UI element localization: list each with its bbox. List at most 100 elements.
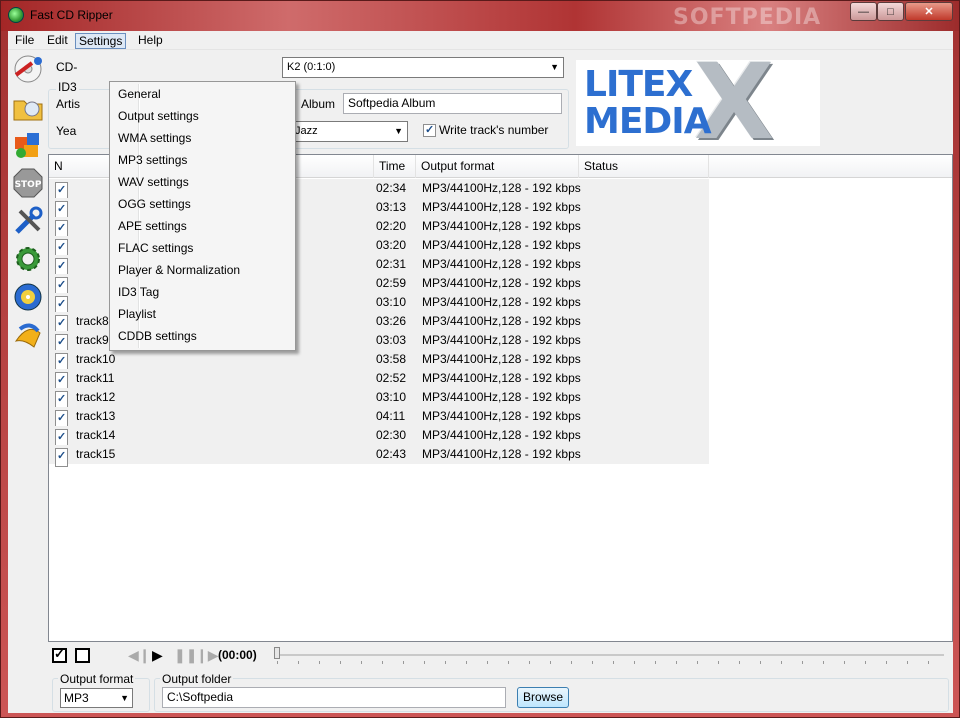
track-name: track10 (76, 352, 116, 366)
next-icon[interactable]: ❙▶ (196, 647, 219, 664)
select-none-checkbox[interactable] (75, 648, 90, 663)
menu-item-mp3-settings[interactable]: MP3 settings (112, 149, 293, 171)
checkbox-checked[interactable] (423, 123, 436, 138)
menu-item-ape-settings[interactable]: APE settings (112, 215, 293, 237)
genre-select-value: Jazz (295, 125, 318, 137)
track-name: track11 (76, 371, 115, 385)
table-row[interactable]: track14 02:30 MP3/44100Hz,128 - 192 kbps (49, 426, 709, 448)
bottom-bar: ◀❙ ▶ ❚❚ ❙▶ (00:00) Output format MP3 ▼ O… (48, 642, 953, 713)
output-format-value: MP3 (64, 691, 89, 705)
browse-button[interactable]: Browse (517, 687, 569, 708)
menu-item-cddb-settings[interactable]: CDDB settings (112, 325, 293, 347)
client-area: File Edit Settings Help STOP CD- K2 (0:1… (8, 31, 953, 713)
menu-item-id3-tag[interactable]: ID3 Tag (112, 281, 293, 303)
close-icon: ✕ (924, 6, 934, 18)
seek-slider-handle[interactable] (274, 647, 280, 659)
seek-ticks (277, 661, 945, 664)
cddb-icon[interactable] (12, 129, 44, 161)
output-format-select[interactable]: MP3 ▼ (60, 688, 133, 708)
menu-item-output-settings[interactable]: Output settings (112, 105, 293, 127)
column-header-time[interactable]: Time (374, 155, 416, 178)
menu-item-player-normalization[interactable]: Player & Normalization (112, 259, 293, 281)
track-name: track14 (76, 428, 116, 442)
menu-item-ogg-settings[interactable]: OGG settings (112, 193, 293, 215)
track-time: 03:13 (376, 200, 407, 214)
menu-item-playlist[interactable]: Playlist (112, 303, 293, 325)
write-track-number-checkbox[interactable]: Write track's number (423, 123, 549, 138)
help-icon[interactable] (12, 319, 44, 351)
drive-select[interactable]: K2 (0:1:0) ▼ (282, 57, 564, 78)
output-folder-input[interactable]: C:\Softpedia (162, 687, 506, 708)
track-name: track8 (76, 314, 109, 328)
column-header-output-format[interactable]: Output format (416, 155, 579, 178)
seek-track[interactable] (274, 654, 944, 656)
menu-edit[interactable]: Edit (44, 33, 71, 49)
write-track-number-label: Write track's number (439, 123, 549, 137)
title-bar[interactable]: Fast CD Ripper SOFTPEDIA — □ ✕ (1, 1, 959, 31)
column-header-status[interactable]: Status (579, 155, 709, 178)
track-time: 03:10 (376, 390, 407, 404)
menu-item-general[interactable]: General (112, 83, 293, 105)
stop-icon[interactable]: STOP (12, 167, 44, 199)
table-row[interactable]: track15 02:43 MP3/44100Hz,128 - 192 kbps (49, 445, 709, 467)
tools-icon[interactable] (12, 205, 44, 237)
album-input[interactable]: Softpedia Album (343, 93, 562, 114)
logo-text: LITEX MEDIA (584, 64, 712, 140)
menu-file[interactable]: File (12, 33, 37, 49)
track-output-format: MP3/44100Hz,128 - 192 kbps (422, 428, 581, 442)
pause-icon[interactable]: ❚❚ (174, 647, 197, 664)
year-label: Yea (56, 124, 77, 138)
table-row[interactable]: track12 03:10 MP3/44100Hz,128 - 192 kbps (49, 388, 709, 410)
settings-gear-icon[interactable] (12, 243, 44, 275)
playback-time: (00:00) (218, 648, 257, 662)
menu-item-wav-settings[interactable]: WAV settings (112, 171, 293, 193)
track-time: 02:59 (376, 276, 407, 290)
genre-select[interactable]: Jazz ▼ (290, 121, 408, 142)
app-window: Fast CD Ripper SOFTPEDIA — □ ✕ File Edit… (0, 0, 960, 718)
menu-help[interactable]: Help (135, 33, 166, 49)
output-folder-label: Output folder (160, 672, 234, 686)
softpedia-watermark: SOFTPEDIA (673, 5, 822, 30)
menu-bar: File Edit Settings Help (8, 31, 953, 50)
table-row[interactable]: track11 02:52 MP3/44100Hz,128 - 192 kbps (49, 369, 709, 391)
track-time: 02:43 (376, 447, 407, 461)
track-name: track15 (76, 447, 116, 461)
track-name: track12 (76, 390, 116, 404)
table-row[interactable]: track10 03:58 MP3/44100Hz,128 - 192 kbps (49, 350, 709, 372)
menu-item-wma-settings[interactable]: WMA settings (112, 127, 293, 149)
track-time: 02:34 (376, 181, 407, 195)
track-checkbox[interactable] (55, 447, 68, 467)
track-time: 03:26 (376, 314, 407, 328)
table-row[interactable]: track13 04:11 MP3/44100Hz,128 - 192 kbps (49, 407, 709, 429)
close-button[interactable]: ✕ (905, 2, 953, 21)
maximize-button[interactable]: □ (877, 2, 904, 21)
track-output-format: MP3/44100Hz,128 - 192 kbps (422, 314, 581, 328)
track-name: track13 (76, 409, 116, 423)
track-time: 02:30 (376, 428, 407, 442)
rip-icon[interactable] (12, 53, 44, 85)
minimize-button[interactable]: — (850, 2, 877, 21)
menu-settings[interactable]: Settings (75, 33, 127, 49)
track-time: 02:20 (376, 219, 407, 233)
update-icon[interactable] (12, 281, 44, 313)
track-output-format: MP3/44100Hz,128 - 192 kbps (422, 181, 581, 195)
track-time: 04:11 (376, 409, 406, 423)
track-output-format: MP3/44100Hz,128 - 192 kbps (422, 352, 581, 366)
track-output-format: MP3/44100Hz,128 - 192 kbps (422, 295, 581, 309)
play-icon[interactable]: ▶ (152, 647, 163, 664)
maximize-icon: □ (887, 5, 894, 18)
previous-icon[interactable]: ◀❙ (128, 647, 151, 664)
logo-line-1: LITEX (584, 64, 693, 105)
id3-group-label: ID3 (56, 80, 79, 94)
open-folder-icon[interactable] (12, 91, 44, 123)
track-output-format: MP3/44100Hz,128 - 192 kbps (422, 257, 581, 271)
menu-item-flac-settings[interactable]: FLAC settings (112, 237, 293, 259)
select-all-checkbox[interactable] (52, 646, 67, 663)
track-time: 03:03 (376, 333, 407, 347)
track-time: 02:31 (376, 257, 407, 271)
track-output-format: MP3/44100Hz,128 - 192 kbps (422, 333, 581, 347)
artist-label: Artis (56, 97, 80, 111)
output-format-label: Output format (58, 672, 136, 686)
album-label: Album (301, 97, 336, 111)
chevron-down-icon: ▼ (394, 126, 403, 136)
